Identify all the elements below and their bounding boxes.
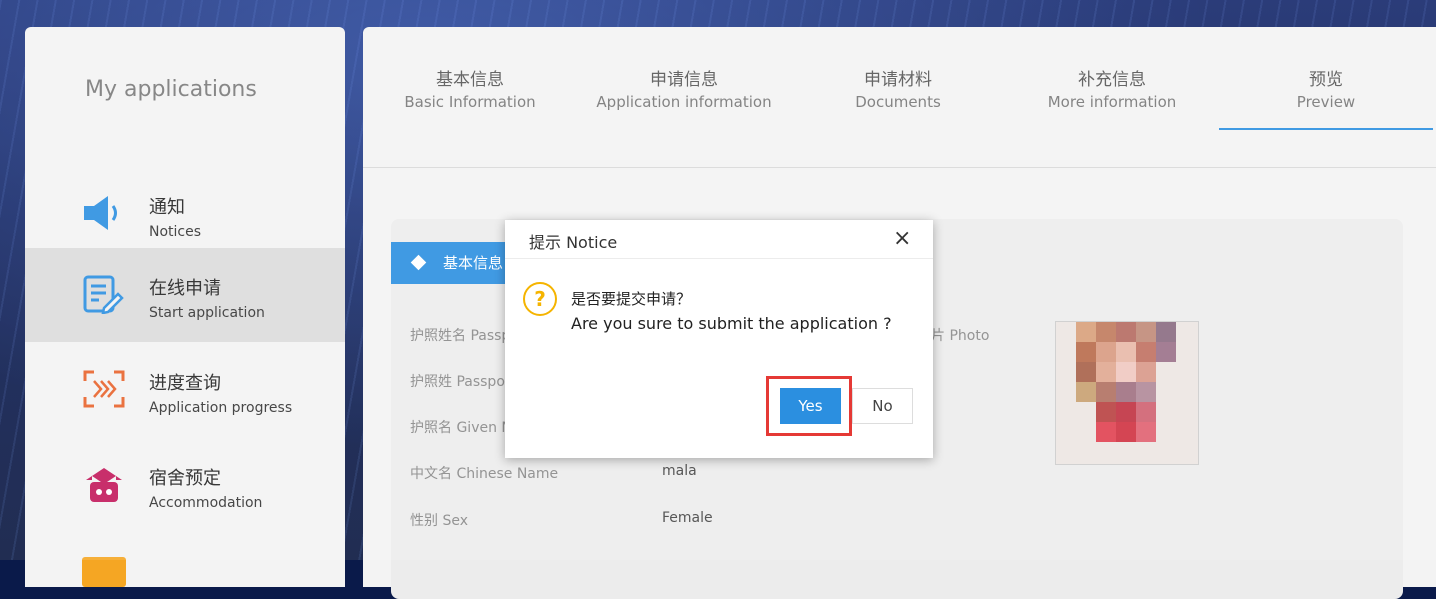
yes-button[interactable]: Yes (780, 388, 841, 424)
no-button[interactable]: No (852, 388, 913, 424)
close-icon[interactable]: × (893, 228, 911, 250)
confirm-dialog: 提示 Notice × ? 是否要提交申请？ Are you sure to s… (505, 220, 933, 458)
dialog-message-zh: 是否要提交申请？ (571, 290, 692, 308)
question-icon: ? (523, 282, 557, 316)
dialog-header: 提示 Notice × (505, 220, 933, 259)
next-item-icon (82, 557, 126, 587)
dialog-title: 提示 Notice (529, 233, 618, 252)
dialog-message-en: Are you sure to submit the application ? (571, 314, 892, 333)
